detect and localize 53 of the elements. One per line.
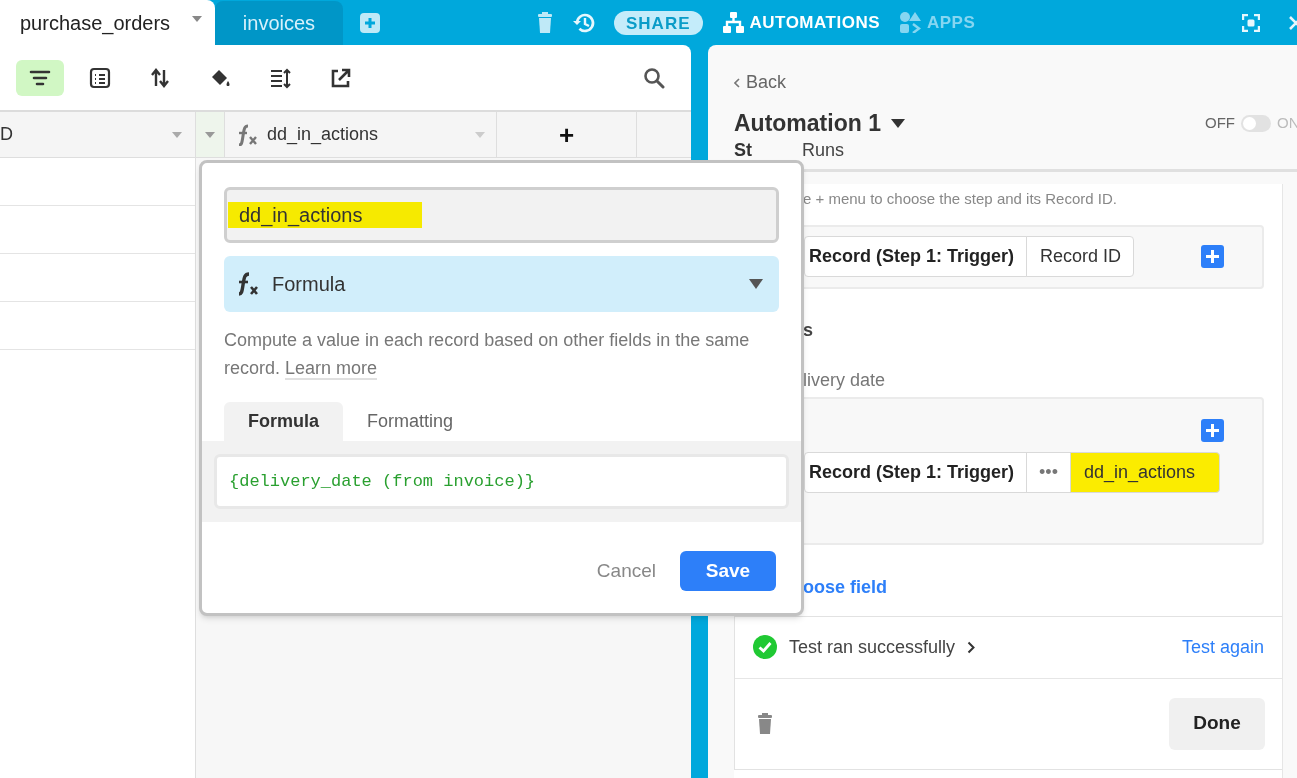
export-icon: [329, 66, 351, 89]
sort-icon: [149, 66, 171, 89]
caret-icon: [171, 130, 183, 139]
chevron-left-icon: [734, 77, 740, 88]
tab[interactable]: Formatting: [343, 402, 478, 441]
column-header[interactable]: [196, 112, 225, 157]
field-label: livery date: [803, 368, 887, 389]
trash-icon[interactable]: [757, 712, 773, 735]
hint-text: e + menu to choose the step and its Record ID.: [803, 188, 1118, 208]
token-pill[interactable]: dd_in_actions: [1069, 451, 1221, 493]
token-pill[interactable]: Record (Step 1: Trigger): [804, 236, 1028, 277]
tab[interactable]: Formula: [224, 402, 343, 441]
fullscreen-icon[interactable]: [1242, 13, 1260, 32]
caret-icon: [474, 130, 486, 139]
add-icon[interactable]: [360, 12, 380, 33]
description-text: Compute a value in each record based on other fields in the same record. Learn more: [224, 329, 751, 382]
trash-icon[interactable]: [537, 11, 553, 34]
hierarchy-icon: [722, 12, 744, 33]
cancel-button[interactable]: Cancel: [596, 556, 656, 586]
search-icon[interactable]: [643, 66, 665, 89]
table-tab[interactable]: purchase_orders: [0, 0, 215, 45]
caret-icon: [204, 130, 216, 139]
save-button[interactable]: Save: [680, 551, 776, 591]
done-button[interactable]: Done: [1169, 697, 1265, 750]
column-header[interactable]: dd_in_actions: [225, 112, 497, 157]
back-link[interactable]: Back: [734, 69, 787, 96]
toolbar-button[interactable]: [16, 59, 64, 96]
caret-icon: [749, 279, 763, 289]
caret-icon: [890, 118, 905, 128]
more-button[interactable]: •••: [1026, 451, 1071, 493]
history-icon[interactable]: [572, 11, 596, 34]
row-height-icon: [269, 66, 291, 89]
learn-more-link[interactable]: Learn more: [285, 358, 378, 380]
add-column-button[interactable]: +: [497, 112, 637, 157]
chevron-right-icon: [967, 640, 976, 654]
toggle-switch[interactable]: [1241, 114, 1271, 132]
token-pill[interactable]: Record ID: [1026, 236, 1135, 277]
field-type-select[interactable]: Formula: [224, 256, 779, 312]
choose-field-link[interactable]: oose field: [803, 573, 887, 596]
toggle-label: OFF: [1205, 113, 1235, 133]
test-again-link[interactable]: Test again: [1181, 633, 1264, 661]
close-icon[interactable]: [1288, 14, 1297, 31]
shapes-icon: [900, 12, 921, 33]
field-name-input[interactable]: dd_in_actions: [224, 187, 779, 243]
test-result[interactable]: Test ran successfully: [753, 633, 976, 661]
add-icon[interactable]: [1201, 418, 1224, 442]
add-icon[interactable]: [1201, 245, 1224, 268]
token-pill[interactable]: Record (Step 1: Trigger): [804, 451, 1028, 493]
check-circle-icon: [753, 635, 777, 659]
caret-icon: [191, 14, 203, 23]
list-icon: [89, 66, 111, 89]
section-label: s: [803, 318, 814, 339]
formula-icon: [236, 272, 260, 296]
